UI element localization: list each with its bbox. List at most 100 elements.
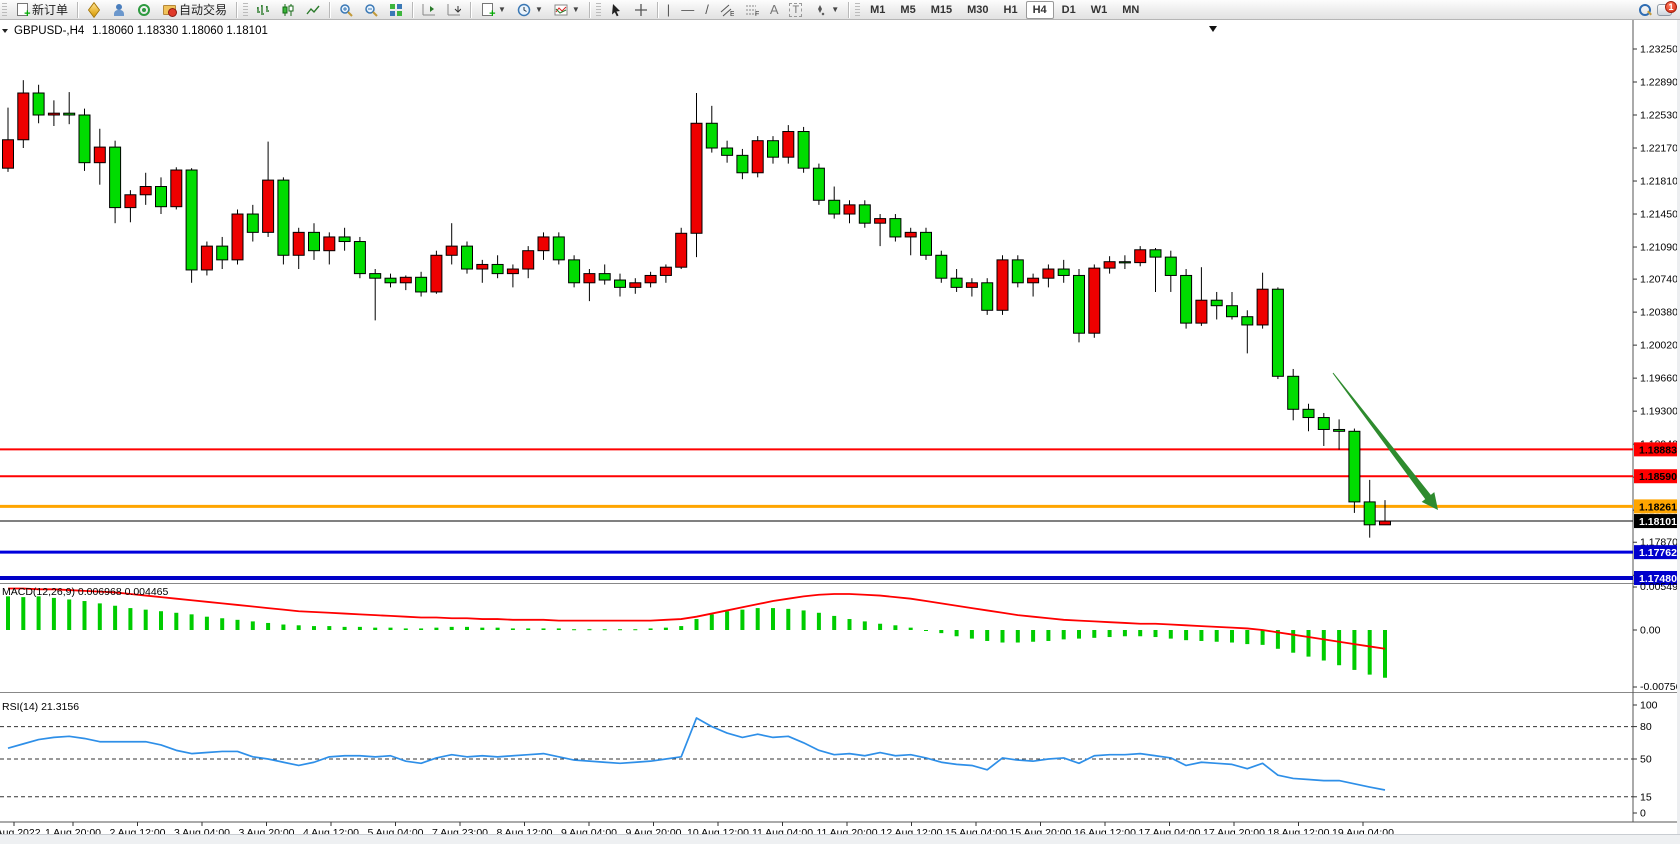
timeframe-m1[interactable]: M1 (863, 1, 892, 19)
macd-histogram-bar (955, 630, 959, 636)
horizontal-line-tool[interactable]: — (676, 1, 699, 19)
chart-menu-triangle-icon[interactable] (2, 29, 8, 33)
market-watch-button[interactable] (82, 1, 106, 19)
macd-histogram-bar (281, 625, 285, 630)
toolbar-grip[interactable] (855, 3, 860, 17)
macd-histogram-bar (740, 610, 744, 630)
candle-body (737, 155, 748, 172)
accounts-button[interactable] (107, 1, 131, 19)
macd-histogram-bar (220, 618, 224, 630)
candle-body (1272, 289, 1283, 376)
macd-histogram-bar (373, 628, 377, 630)
rsi-scale-label: 15 (1640, 791, 1652, 803)
timeframe-m5[interactable]: M5 (893, 1, 922, 19)
macd-histogram-bar (144, 610, 148, 630)
candle-body (186, 170, 197, 270)
chart-shift-button[interactable] (417, 1, 441, 19)
vertical-line-tool[interactable]: | (662, 1, 675, 19)
search-icon[interactable] (1639, 4, 1651, 16)
macd-histogram-bar (128, 608, 132, 630)
candle-body (1334, 429, 1345, 431)
text-label-tool[interactable]: T (784, 1, 807, 19)
auto-trading-button[interactable]: 自动交易 (157, 1, 232, 19)
timeframe-d1[interactable]: D1 (1055, 1, 1083, 19)
candle-body (691, 123, 702, 233)
chart-canvas[interactable]: GBPUSD-,H4 1.18060 1.18330 1.18060 1.181… (0, 20, 1680, 844)
bottom-scroll-strip[interactable] (0, 834, 1680, 844)
candle-body (1380, 521, 1391, 525)
macd-histogram-bar (802, 610, 806, 630)
toolbar-grip[interactable] (596, 3, 601, 17)
shapes-tool[interactable]: ▼ (808, 1, 844, 19)
text-tool[interactable]: A (765, 1, 784, 19)
candle-body (890, 219, 901, 237)
candle-body (645, 275, 656, 282)
macd-histogram-bar (786, 609, 790, 630)
macd-histogram-bar (1291, 630, 1295, 653)
macd-histogram-bar (480, 628, 484, 630)
signals-button[interactable] (132, 1, 156, 19)
macd-histogram-bar (1169, 630, 1173, 639)
macd-histogram-bar (1031, 630, 1035, 642)
new-order-button[interactable]: 新订单 (10, 1, 73, 19)
tile-windows-button[interactable] (384, 1, 408, 19)
macd-histogram-bar (1383, 630, 1387, 678)
macd-histogram-bar (297, 625, 301, 630)
price-tick-label: 1.20380 (1640, 307, 1678, 319)
channel-tool[interactable]: E (715, 1, 739, 19)
timeframe-mn[interactable]: MN (1115, 1, 1146, 19)
macd-signal-line (8, 589, 1385, 649)
tile-windows-icon (389, 3, 403, 17)
zoom-in-button[interactable] (334, 1, 358, 19)
timeframe-m15[interactable]: M15 (924, 1, 959, 19)
notification-bubble-icon[interactable]: 1 (1657, 4, 1672, 16)
svg-text:E: E (730, 11, 734, 17)
candle-body (813, 168, 824, 200)
crosshair-tool-button[interactable] (629, 1, 653, 19)
macd-histogram-bar (695, 619, 699, 630)
text-label-icon: T (789, 3, 802, 17)
new-order-icon (15, 3, 29, 17)
timeframe-h1[interactable]: H1 (997, 1, 1025, 19)
fibonacci-icon: F (745, 3, 759, 17)
bar-chart-button[interactable] (251, 1, 275, 19)
macd-scale-label: -0.007562 (1640, 681, 1680, 693)
candle-body (416, 277, 427, 292)
profiles-button[interactable]: ▼ (512, 1, 548, 19)
chevron-down-icon: ▼ (831, 5, 839, 14)
cursor-tool-button[interactable] (604, 1, 628, 19)
timeframe-m30[interactable]: M30 (960, 1, 995, 19)
indicators-button[interactable]: ▼ (549, 1, 585, 19)
candlestick-chart-button[interactable] (276, 1, 300, 19)
timeframe-w1[interactable]: W1 (1084, 1, 1115, 19)
new-chart-icon (480, 3, 494, 17)
price-tick-label: 1.20740 (1640, 274, 1678, 286)
candle-body (278, 180, 289, 255)
macd-histogram-bar (985, 630, 989, 641)
candle-body (982, 283, 993, 311)
macd-histogram-bar (236, 620, 240, 630)
macd-histogram-bar (526, 628, 530, 630)
trendline-tool[interactable]: / (700, 1, 714, 19)
zoom-out-button[interactable] (359, 1, 383, 19)
fibonacci-tool[interactable]: F (740, 1, 764, 19)
chart-shift-marker-icon[interactable] (1209, 26, 1217, 32)
notification-badge: 1 (1665, 1, 1677, 13)
chart-title-ohlc: 1.18060 1.18330 1.18060 1.18101 (92, 25, 268, 37)
new-chart-button[interactable]: ▼ (475, 1, 511, 19)
timeframe-h4[interactable]: H4 (1026, 1, 1054, 19)
macd-histogram-bar (1199, 630, 1203, 641)
chart-shift-icon (422, 3, 436, 17)
macd-histogram-bar (266, 623, 270, 630)
auto-scroll-button[interactable] (442, 1, 466, 19)
macd-histogram-bar (618, 629, 622, 630)
line-chart-button[interactable] (301, 1, 325, 19)
macd-histogram-bar (312, 626, 316, 630)
toolbar-grip[interactable] (2, 3, 7, 17)
macd-histogram-bar (1123, 630, 1127, 636)
trendline-icon: / (705, 2, 709, 17)
macd-histogram-bar (893, 625, 897, 630)
candle-body (79, 115, 90, 163)
candle-body (859, 205, 870, 223)
toolbar-grip[interactable] (243, 3, 248, 17)
